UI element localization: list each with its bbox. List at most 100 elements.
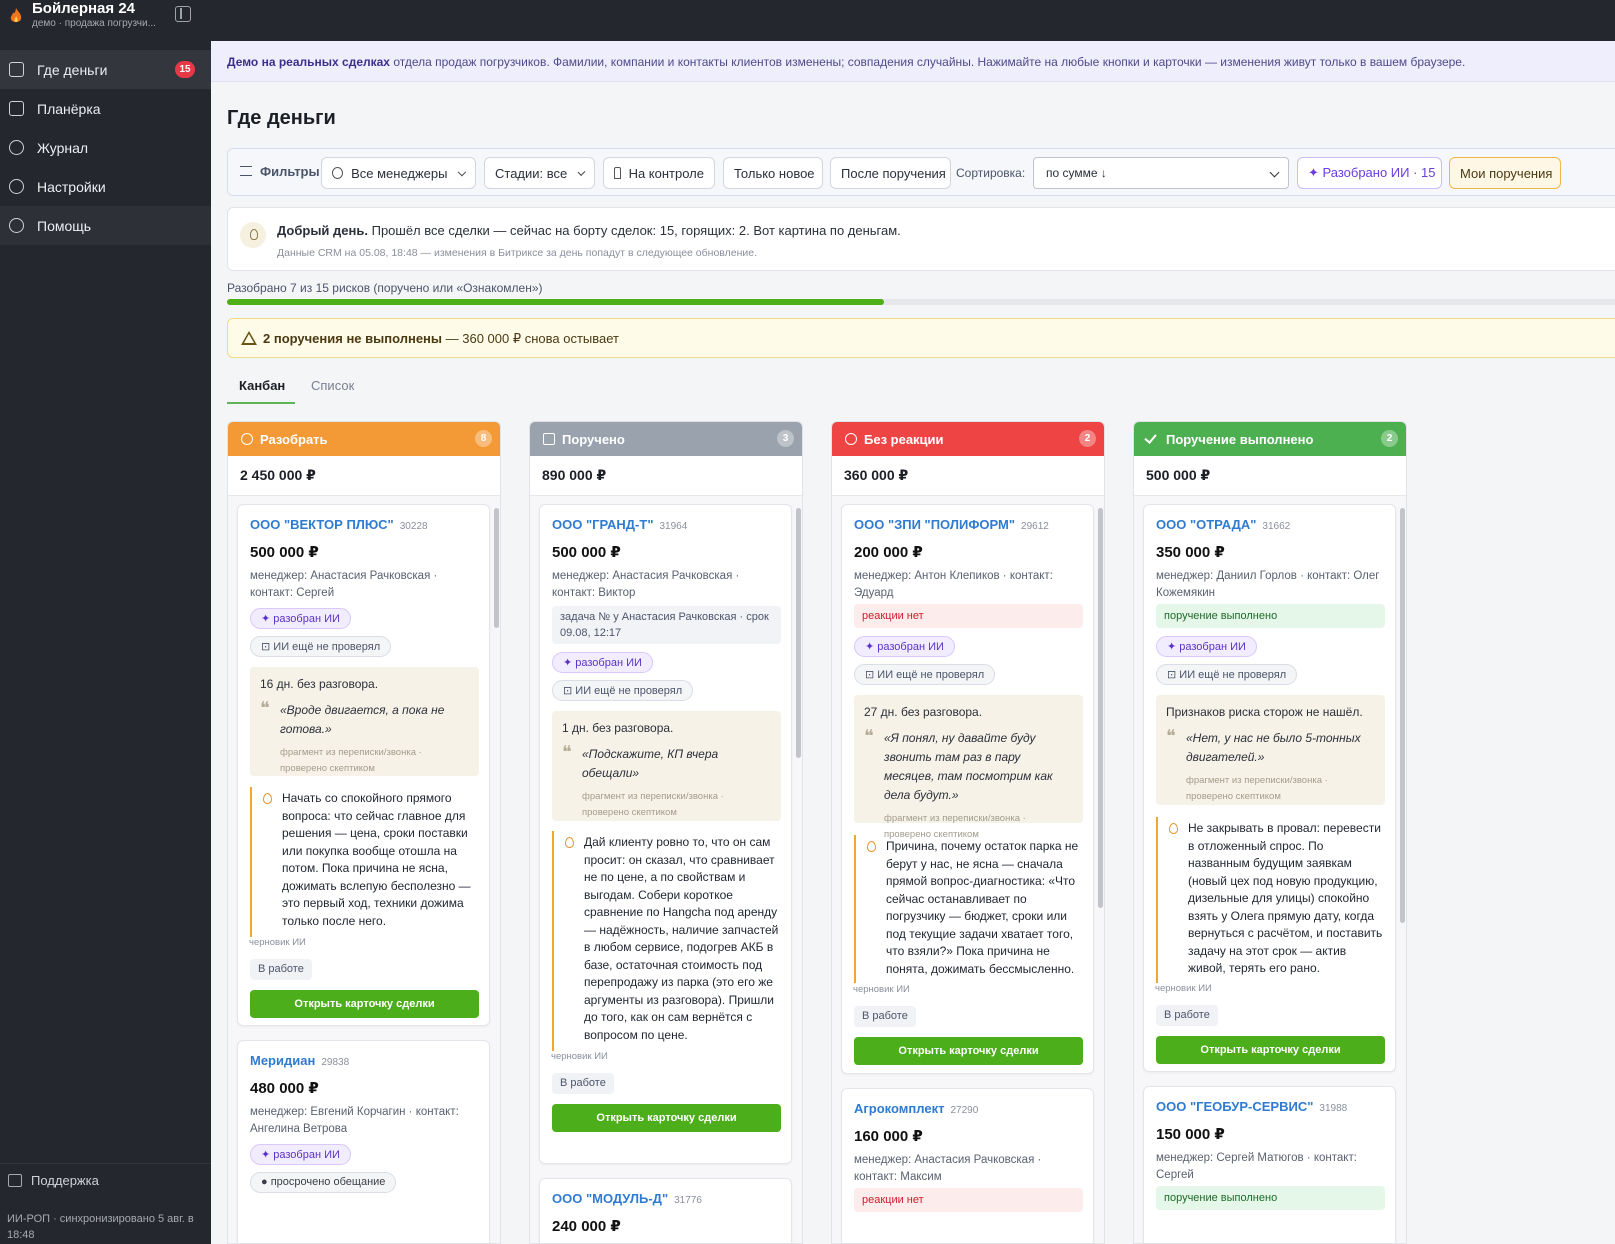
sidebar-item-label: Помощь — [37, 217, 92, 234]
company-link[interactable]: ООО "ГРАНД-Т" 31964 — [552, 517, 687, 532]
quote-head: Признаков риска сторож не нашёл. — [1166, 705, 1363, 719]
sidebar-item-planning[interactable]: Планёрка — [0, 89, 211, 128]
robot-icon: ⊡ — [1167, 669, 1180, 681]
tab-list[interactable]: Список — [311, 368, 371, 404]
ai-unchecked-tag: ⊡ ИИ ещё не проверял — [250, 636, 392, 657]
deal-card[interactable]: ООО "ОТРАДА" 31662 350 000 ₽ менеджер: Да… — [1143, 504, 1396, 1072]
state-button[interactable]: В работе — [250, 959, 312, 980]
quote-text: ❝ «Я понял, ну давайте буду звонить там р… — [864, 726, 1053, 803]
greeting-sub: Данные CRM на 05.08, 18:48 — изменения в… — [277, 247, 758, 259]
only-new-label: Только новое — [734, 165, 815, 181]
only-new-filter[interactable]: Только новое — [723, 157, 823, 189]
kanban-board: Разобрать 8 2 450 000 ₽ ООО "ВЕКТОР ПЛЮС… — [227, 421, 1615, 1244]
history-icon — [9, 140, 24, 155]
tab-kanban[interactable]: Канбан — [227, 368, 295, 404]
column-count: 2 — [1381, 430, 1398, 447]
deal-meta: менеджер: Анастасия Рачковская · контакт… — [552, 570, 740, 599]
my-tasks-filter[interactable]: Мои поручения — [1449, 157, 1561, 189]
demo-banner: Демо на реальных сделках отдела продаж п… — [211, 41, 1615, 82]
filters-label[interactable]: Фильтры — [240, 164, 320, 179]
sidebar-item-settings[interactable]: Настройки — [0, 167, 211, 206]
scrollbar-thumb[interactable] — [494, 508, 499, 628]
column-body: ООО "ЗПИ "ПОЛИФОРМ" 29612 200 000 ₽ менед… — [832, 496, 1104, 1243]
deal-card[interactable]: Меридиан 29838 480 000 ₽ менеджер: Евгени… — [237, 1040, 490, 1243]
ai-advice: Начать со спокойного прямого вопроса: чт… — [250, 787, 479, 937]
flame-icon — [241, 433, 253, 445]
open-deal-button[interactable]: Открыть карточку сделки — [552, 1104, 781, 1132]
deal-meta: менеджер: Анастасия Рачковская · контакт… — [854, 1154, 1042, 1183]
sidebar-item-label: Журнал — [37, 139, 89, 156]
flame-icon — [867, 841, 876, 852]
company-link[interactable]: ООО "ВЕКТОР ПЛЮС" 30228 — [250, 517, 428, 532]
scrollbar-thumb[interactable] — [796, 508, 801, 758]
page-title: Где деньги — [227, 107, 336, 129]
company-link[interactable]: ООО "ГЕОБУР-СЕРВИС" 31988 — [1156, 1099, 1347, 1114]
column-total: 2 450 000 ₽ — [240, 467, 316, 483]
scrollbar[interactable] — [493, 502, 500, 1240]
stages-dropdown[interactable]: Стадии: все — [484, 157, 595, 189]
scrollbar-thumb[interactable] — [1098, 508, 1103, 908]
column-no-reaction: Без реакции 2 360 000 ₽ ООО "ЗПИ "ПОЛИФО… — [831, 421, 1105, 1244]
quote-box: 16 дн. без разговора. ❝ «Вроде двигается,… — [250, 667, 479, 776]
greeting-bold: Добрый день. — [277, 223, 368, 238]
column-title: Разобрать — [260, 432, 328, 447]
open-deal-button[interactable]: Открыть карточку сделки — [854, 1037, 1083, 1065]
column-assigned: Поручено 3 890 000 ₽ ООО "ГРАНД-Т" 31964 … — [529, 421, 803, 1244]
progress-bar — [227, 299, 1615, 305]
no-reaction-status: реакции нет — [854, 1188, 1083, 1212]
column-header: Без реакции 2 — [832, 422, 1104, 456]
column-body: ООО "ВЕКТОР ПЛЮС" 30228 500 000 ₽ менедже… — [228, 496, 500, 1243]
company-link[interactable]: ООО "ОТРАДА" 31662 — [1156, 517, 1290, 532]
greeting-body: Прошёл все сделки — сейчас на борту сдел… — [367, 223, 901, 238]
deal-card[interactable]: Агрокомплект 27290 160 000 ₽ менеджер: Ан… — [841, 1088, 1094, 1243]
deal-card[interactable]: ООО "МОДУЛЬ-Д" 31776 240 000 ₽ — [539, 1178, 792, 1243]
column-to-sort: Разобрать 8 2 450 000 ₽ ООО "ВЕКТОР ПЛЮС… — [227, 421, 501, 1244]
question-icon — [845, 433, 857, 445]
sidebar-item-where-money[interactable]: Где деньги 15 — [0, 50, 211, 89]
draft-label: черновик ИИ — [853, 984, 910, 995]
deal-id: 30228 — [399, 521, 428, 532]
sort-select[interactable]: по сумме ↓ — [1033, 157, 1289, 189]
overdue-promise-tag: ● просрочено обещание — [250, 1172, 397, 1193]
on-control-filter[interactable]: На контроле — [603, 157, 715, 189]
ai-reviewed-tag: ✦ разобран ИИ — [1156, 636, 1257, 657]
sidebar-item-label: Планёрка — [37, 100, 101, 117]
company-link[interactable]: Агрокомплект 27290 — [854, 1101, 978, 1116]
deal-card[interactable]: ООО "ГЕОБУР-СЕРВИС" 31988 150 000 ₽ менед… — [1143, 1086, 1396, 1243]
deal-card[interactable]: ООО "ЗПИ "ПОЛИФОРМ" 29612 200 000 ₽ менед… — [841, 504, 1094, 1074]
ai-sorted-filter[interactable]: ✦ Разобрано ИИ · 15 — [1297, 157, 1442, 189]
column-total: 360 000 ₽ — [844, 467, 909, 483]
company-link[interactable]: ООО "ЗПИ "ПОЛИФОРМ" 29612 — [854, 517, 1049, 532]
sidebar-item-journal[interactable]: Журнал — [0, 128, 211, 167]
state-button[interactable]: В работе — [552, 1073, 614, 1094]
company-link[interactable]: ООО "МОДУЛЬ-Д" 31776 — [552, 1191, 702, 1206]
column-total: 890 000 ₽ — [542, 467, 607, 483]
state-button[interactable]: В работе — [1156, 1005, 1218, 1026]
open-deal-button[interactable]: Открыть карточку сделки — [250, 990, 479, 1018]
company-link[interactable]: Меридиан 29838 — [250, 1053, 349, 1068]
support-link[interactable]: Поддержка — [0, 1163, 211, 1197]
warning-alert[interactable]: 2 поручения не выполнены — 360 000 ₽ сно… — [227, 318, 1615, 358]
ai-reviewed-tag: ✦ разобран ИИ — [552, 652, 653, 673]
sort-select-value: по сумме ↓ — [1046, 166, 1107, 180]
open-deal-button[interactable]: Открыть карточку сделки — [1156, 1036, 1385, 1064]
quote-box: 27 дн. без разговора. ❝ «Я понял, ну дава… — [854, 695, 1083, 840]
scrollbar[interactable] — [1097, 502, 1104, 1240]
deal-card[interactable]: ООО "ВЕКТОР ПЛЮС" 30228 500 000 ₽ менедже… — [237, 504, 490, 1026]
sidebar: Бойлерная 24 демо · продажа погрузчи... … — [0, 0, 211, 1244]
after-task-filter[interactable]: После поручения — [830, 157, 951, 189]
deal-amount: 500 000 ₽ — [552, 544, 621, 561]
scrollbar[interactable] — [1399, 502, 1406, 1240]
state-button[interactable]: В работе — [854, 1006, 916, 1027]
collapse-sidebar-icon[interactable] — [175, 6, 191, 22]
filter-bar: Фильтры Все менеджеры Стадии: все На кон… — [227, 148, 1615, 196]
column-count: 3 — [777, 430, 794, 447]
scrollbar-thumb[interactable] — [1400, 508, 1405, 923]
deal-card[interactable]: ООО "ГРАНД-Т" 31964 500 000 ₽ менеджер: А… — [539, 504, 792, 1164]
managers-dropdown[interactable]: Все менеджеры — [321, 157, 476, 189]
sidebar-item-help[interactable]: Помощь — [0, 206, 211, 245]
scrollbar[interactable] — [795, 502, 802, 1240]
quote-mark-icon: ❝ — [864, 726, 874, 746]
deal-meta: менеджер: Евгений Корчагин · контакт: Ан… — [250, 1106, 459, 1135]
quote-box: 1 дн. без разговора. ❝ «Подскажите, КП вч… — [552, 711, 781, 821]
